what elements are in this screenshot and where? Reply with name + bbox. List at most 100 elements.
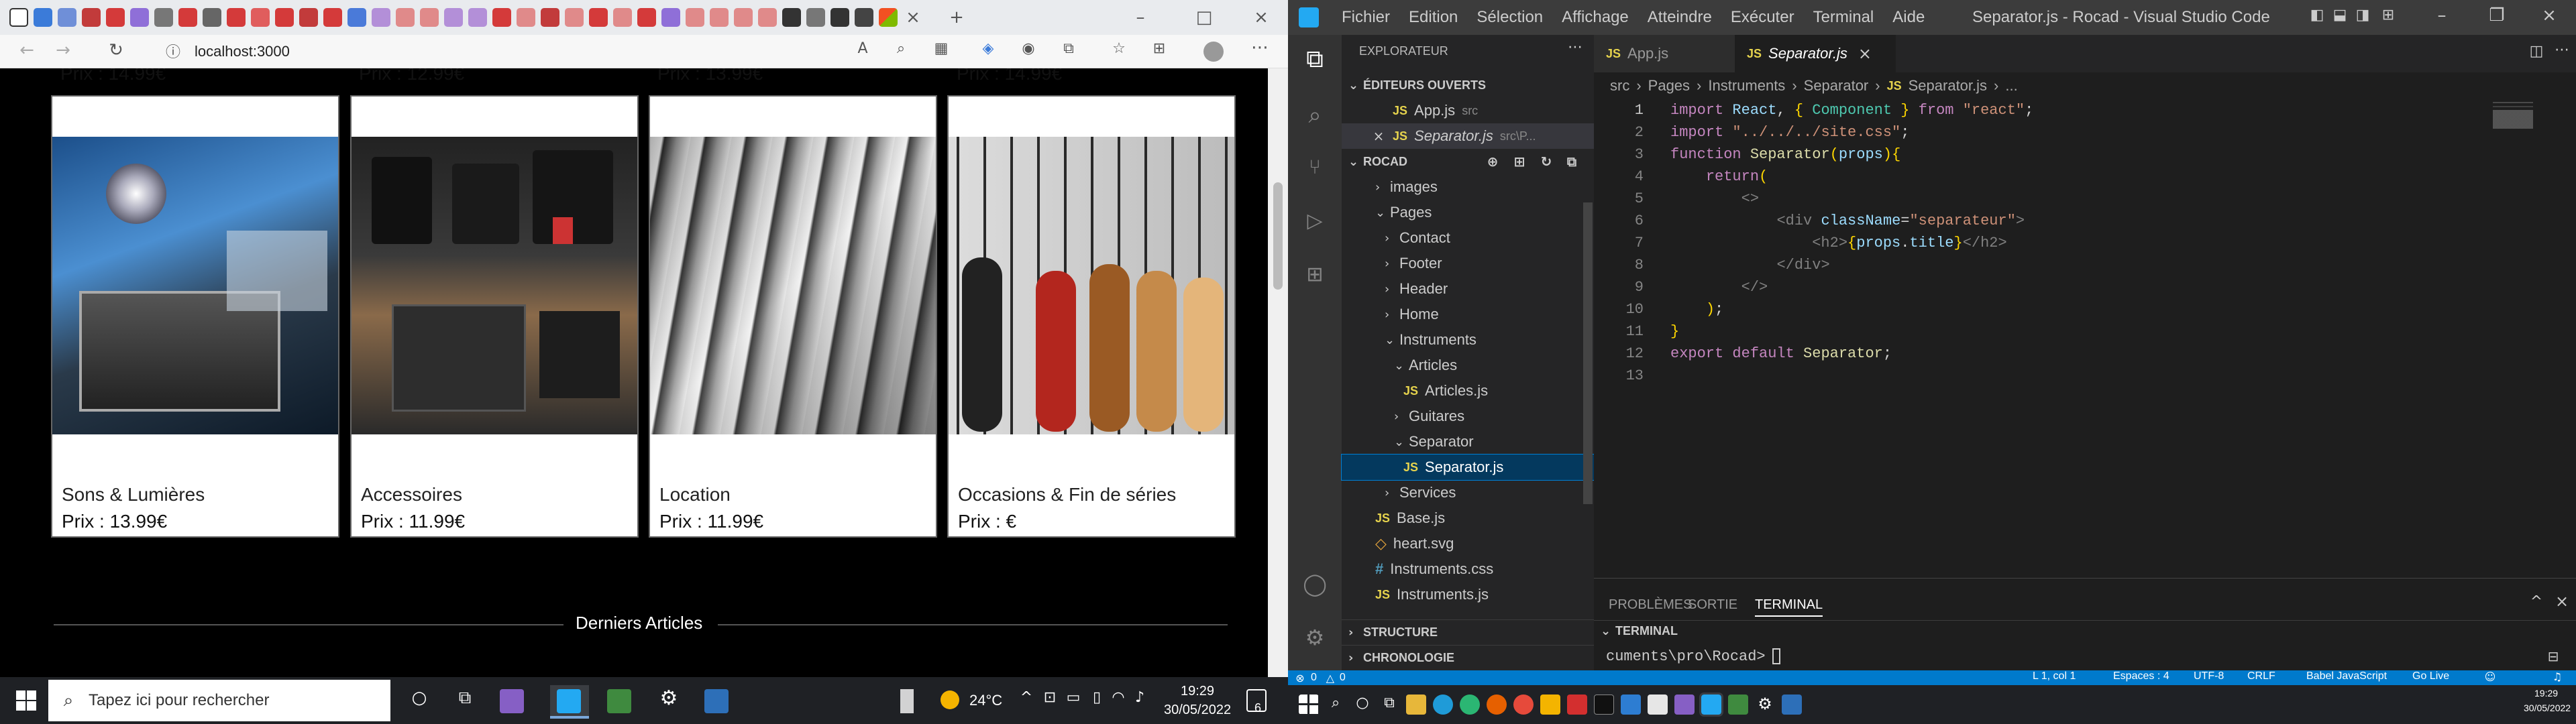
split-editor-icon[interactable]: ◫ (2526, 43, 2546, 60)
windows-start-icon[interactable] (16, 690, 36, 711)
tab-favicon-icon[interactable] (154, 8, 173, 27)
tab-favicon-icon[interactable] (565, 8, 584, 27)
visual-studio-icon[interactable] (500, 689, 524, 713)
tab-favicon-icon[interactable] (396, 8, 415, 27)
file-explorer-icon[interactable] (1406, 695, 1426, 715)
run-debug-icon[interactable]: ▷ (1299, 209, 1331, 233)
show-hidden-icon[interactable] (900, 689, 914, 713)
collections-icon[interactable]: ⊞ (1147, 40, 1171, 57)
tab-favicon-icon[interactable] (58, 8, 76, 27)
remote-icon[interactable]: ⊗ (1293, 672, 1307, 684)
product-card[interactable]: Location Prix : 11.99€ (649, 95, 937, 538)
clock-time[interactable]: 19:29 (1181, 684, 1214, 699)
tab-output[interactable]: SORTIE (1688, 597, 1737, 613)
browser-menu-icon[interactable] (9, 8, 28, 27)
tree-item[interactable]: JS Instruments.js (1342, 582, 1594, 607)
tab-favicon-icon[interactable] (372, 8, 390, 27)
extension-icon[interactable]: ◈ (976, 40, 1000, 57)
tree-item[interactable]: › Home (1342, 302, 1594, 327)
zoom-icon[interactable]: ⌕ (889, 40, 913, 57)
menu-item-selection[interactable]: Sélection (1477, 8, 1543, 27)
tab-favicon-icon[interactable] (734, 8, 753, 27)
breadcrumb-item[interactable]: Instruments (1708, 77, 1785, 95)
tab-favicon-icon[interactable] (541, 8, 559, 27)
tree-item[interactable]: ⌄ Pages (1342, 200, 1594, 225)
new-folder-icon[interactable]: ⊞ (1509, 154, 1529, 170)
maximize-panel-icon[interactable]: ^ (2526, 593, 2546, 610)
terminal-split-icon[interactable]: ⊟ (2544, 648, 2563, 664)
explorer-icon[interactable]: ⧉ (1299, 46, 1331, 74)
maximize-icon[interactable]: □ (1191, 7, 1218, 27)
tree-item[interactable]: › Contact (1342, 225, 1594, 251)
restore-icon[interactable]: ❐ (2483, 5, 2510, 25)
tab-favicon-icon[interactable] (517, 8, 535, 27)
breadcrumb-item[interactable]: Separator (1804, 77, 1869, 95)
tab-favicon-icon[interactable] (444, 8, 463, 27)
terminal-icon[interactable] (1594, 695, 1614, 715)
tree-item[interactable]: › Guitares (1342, 404, 1594, 429)
tree-item[interactable]: ⌄ Instruments (1342, 327, 1594, 353)
indentation[interactable]: Espaces : 4 (2113, 670, 2169, 682)
product-card[interactable]: Sons & Lumières Prix : 13.99€ (51, 95, 339, 538)
vscode-icon[interactable] (1699, 692, 1723, 717)
error-count[interactable]: 0 (1311, 672, 1317, 684)
refresh-icon[interactable]: ↻ (1536, 154, 1556, 170)
back-icon[interactable]: ← (15, 40, 39, 60)
extension-icon[interactable]: ◉ (1016, 40, 1040, 57)
tree-item[interactable]: # Instruments.css (1342, 556, 1594, 582)
task-view-icon[interactable]: ⧉ (1379, 695, 1399, 715)
toggle-secondary-sidebar-icon[interactable]: ◨ (2352, 7, 2373, 23)
menu-item-terminal[interactable]: Terminal (1813, 8, 1874, 27)
tab-favicon-icon[interactable] (299, 8, 318, 27)
more-actions-icon[interactable]: ⋯ (2552, 42, 2572, 58)
tree-item[interactable]: › images (1342, 174, 1594, 200)
close-panel-icon[interactable]: × (2552, 592, 2572, 611)
tree-item[interactable]: JS Articles.js (1342, 378, 1594, 404)
cursor-position[interactable]: L 1, col 1 (2033, 670, 2076, 682)
extensions-icon[interactable]: ⊞ (1299, 263, 1331, 286)
close-window-icon[interactable]: × (2536, 5, 2563, 25)
tab-favicon-icon[interactable] (830, 8, 849, 27)
new-tab-icon[interactable]: + (936, 7, 977, 27)
tab-favicon-icon[interactable] (323, 8, 342, 27)
search-icon[interactable]: ⌕ (1299, 102, 1331, 129)
tab-problems[interactable]: PROBLÈMES (1609, 597, 1692, 613)
tab-favicon-icon[interactable] (420, 8, 439, 27)
tab-favicon-icon[interactable] (855, 8, 873, 27)
edge-icon[interactable] (1433, 695, 1453, 715)
open-editors-header[interactable]: ⌄ ÉDITEURS OUVERTS (1342, 72, 1594, 98)
tab-favicon-icon[interactable] (203, 8, 221, 27)
notepad-icon[interactable] (607, 689, 631, 713)
windows-start-icon[interactable] (1299, 695, 1319, 715)
tab-favicon-icon[interactable] (879, 8, 898, 27)
warning-icon[interactable]: △ (1324, 672, 1337, 684)
taskbar-search-box[interactable]: ⌕ Tapez ici pour rechercher (48, 680, 390, 721)
app-icon[interactable] (1567, 695, 1587, 715)
tab-favicon-icon[interactable] (468, 8, 487, 27)
task-view-icon[interactable]: ⧉ (448, 688, 482, 709)
app-icon[interactable] (1648, 695, 1668, 715)
new-file-icon[interactable]: ⊕ (1483, 154, 1503, 170)
tree-item[interactable]: ⌄ Articles (1342, 353, 1594, 378)
tab-favicon-icon[interactable] (613, 8, 632, 27)
tab-favicon-icon[interactable] (492, 8, 511, 27)
open-editor-item[interactable]: JS App.js src (1342, 98, 1594, 123)
product-card[interactable]: Accessoires Prix : 11.99€ (350, 95, 639, 538)
open-editor-item[interactable]: × JS Separator.js src\P... (1342, 123, 1594, 149)
bell-icon[interactable]: ♫ (2549, 670, 2565, 683)
settings-icon[interactable]: ⚙ (654, 686, 684, 710)
tree-item[interactable]: › Services (1342, 480, 1594, 505)
extensions-icon[interactable]: ⧉ (1057, 40, 1081, 57)
weather-temp[interactable]: 24°C (969, 692, 1002, 709)
more-icon[interactable]: ⋯ (1248, 38, 1272, 58)
battery-icon[interactable]: ▯ (1087, 689, 1107, 706)
network-icon[interactable]: ⊡ (1040, 689, 1060, 706)
cortana-icon[interactable]: ○ (1352, 695, 1373, 715)
forward-icon[interactable]: → (51, 40, 75, 60)
breadcrumb-item[interactable]: src (1610, 77, 1629, 95)
menu-item-edition[interactable]: Edition (1409, 8, 1458, 27)
tab-favicon-icon[interactable] (227, 8, 246, 27)
close-tab-icon[interactable]: × (903, 7, 923, 27)
clock-time[interactable]: 19:29 (2534, 688, 2558, 699)
tab-favicon-icon[interactable] (686, 8, 704, 27)
